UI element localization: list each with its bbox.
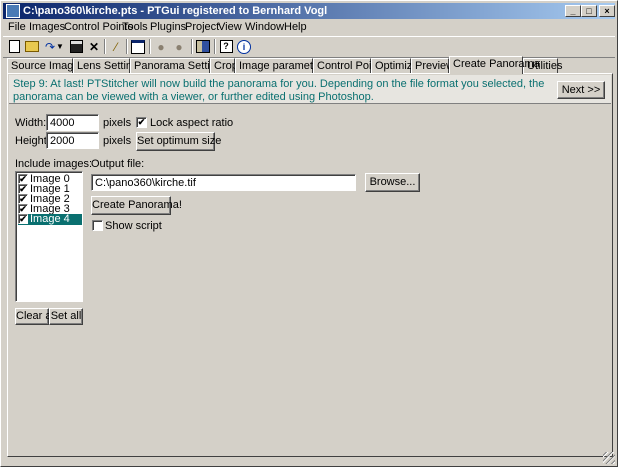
app-icon xyxy=(6,4,20,18)
width-label: Width: xyxy=(15,117,47,129)
zoom-in-icon[interactable]: ● xyxy=(152,38,170,55)
width-field[interactable]: 4000 xyxy=(46,114,99,131)
set-optimum-size-button[interactable]: Set optimum size xyxy=(136,132,221,151)
clear-all-button[interactable]: Clear all xyxy=(15,308,56,325)
step-instructions: Step 9: At last! PTStitcher will now bui… xyxy=(9,75,611,104)
image-1-checkbox[interactable]: ✔ xyxy=(18,184,28,194)
tab-control-points[interactable]: Control Points xyxy=(313,58,386,73)
panel-icon[interactable] xyxy=(194,38,212,55)
tab-optimizer[interactable]: Optimizer xyxy=(371,58,422,73)
wand-icon[interactable]: ⁄ xyxy=(107,38,125,55)
menu-window[interactable]: Window xyxy=(245,21,284,33)
tab-lens-settings[interactable]: Lens Settings xyxy=(73,58,144,73)
next-button[interactable]: Next >> xyxy=(557,81,605,99)
new-icon[interactable] xyxy=(5,38,23,55)
menu-view[interactable]: View xyxy=(218,21,242,33)
toolbar-separator xyxy=(191,39,193,54)
toolbar-separator xyxy=(126,39,128,54)
tab-strip: Source Images Lens Settings Panorama Set… xyxy=(7,56,613,74)
show-script-checkbox[interactable] xyxy=(92,220,103,231)
output-file-label: Output file: xyxy=(91,158,145,170)
window-title: C:\pano360\kirche.pts - PTGui registered… xyxy=(23,5,328,17)
title-bar: C:\pano360\kirche.pts - PTGui registered… xyxy=(3,3,615,19)
settings-window-icon[interactable] xyxy=(129,38,147,55)
output-file-field[interactable]: C:\pano360\kirche.tif xyxy=(91,174,356,191)
tab-panorama-settings[interactable]: Panorama Settings xyxy=(130,58,228,73)
height-field[interactable]: 2000 xyxy=(46,132,99,149)
menu-plugins[interactable]: Plugins xyxy=(150,21,186,33)
tab-create-panorama[interactable]: Create Panorama xyxy=(449,56,540,74)
toolbar-separator xyxy=(149,39,151,54)
create-panorama-button[interactable]: Create Panorama! xyxy=(91,196,182,215)
menu-file[interactable]: File xyxy=(8,21,26,33)
toolbar-separator xyxy=(214,39,216,54)
menu-bar: File Images Control Points Tools Plugins… xyxy=(3,19,615,36)
include-images-list[interactable]: ✔ Image 0 ✔ Image 1 ✔ Image 2 ✔ Image 3 ✔ Ima… xyxy=(15,171,83,302)
tab-source-images[interactable]: Source Images xyxy=(7,58,85,73)
toolbar-separator xyxy=(104,39,106,54)
set-all-button[interactable]: Set all xyxy=(49,308,83,325)
menu-tools[interactable]: Tools xyxy=(122,21,148,33)
close-button[interactable]: × xyxy=(599,5,615,17)
step-text: Step 9: At last! PTStitcher will now bui… xyxy=(13,78,545,103)
include-images-label: Include images: xyxy=(15,158,93,170)
tab-image-parameters[interactable]: Image parameters xyxy=(235,58,328,73)
tab-preview[interactable]: Preview xyxy=(411,58,454,73)
show-script-label: Show script xyxy=(105,220,162,232)
menu-help[interactable]: Help xyxy=(284,21,307,33)
lock-aspect-checkbox[interactable]: ✔ xyxy=(136,117,147,128)
menu-project[interactable]: Project xyxy=(185,21,219,33)
lock-aspect-label: Lock aspect ratio xyxy=(150,117,234,129)
main-window: C:\pano360\kirche.pts - PTGui registered… xyxy=(0,0,618,467)
list-item-selected[interactable]: ✔ Image 4 xyxy=(18,214,82,225)
image-0-checkbox[interactable]: ✔ xyxy=(18,174,28,184)
resize-grip[interactable] xyxy=(603,452,615,464)
zoom-out-icon[interactable]: ● xyxy=(170,38,188,55)
toolbar: ↷ ▼ ✕ ⁄ ● ● ? i xyxy=(3,36,615,58)
image-2-checkbox[interactable]: ✔ xyxy=(18,194,28,204)
image-name: Image 4 xyxy=(30,213,70,225)
image-3-checkbox[interactable]: ✔ xyxy=(18,204,28,214)
maximize-button[interactable]: □ xyxy=(581,5,597,17)
save-icon[interactable] xyxy=(67,38,85,55)
width-unit-label: pixels xyxy=(103,117,132,129)
height-label: Height: xyxy=(15,135,50,147)
menu-images[interactable]: Images xyxy=(29,21,65,33)
dropdown-icon[interactable]: ▼ xyxy=(55,38,65,55)
info-icon[interactable]: i xyxy=(235,38,253,55)
open-icon[interactable] xyxy=(23,38,41,55)
tab-crop[interactable]: Crop xyxy=(210,58,238,73)
height-unit-label: pixels xyxy=(103,135,132,147)
minimize-button[interactable]: _ xyxy=(565,5,581,17)
browse-button[interactable]: Browse... xyxy=(365,173,420,192)
image-4-checkbox[interactable]: ✔ xyxy=(18,214,28,224)
delete-icon[interactable]: ✕ xyxy=(85,38,103,55)
help-icon[interactable]: ? xyxy=(217,38,235,55)
